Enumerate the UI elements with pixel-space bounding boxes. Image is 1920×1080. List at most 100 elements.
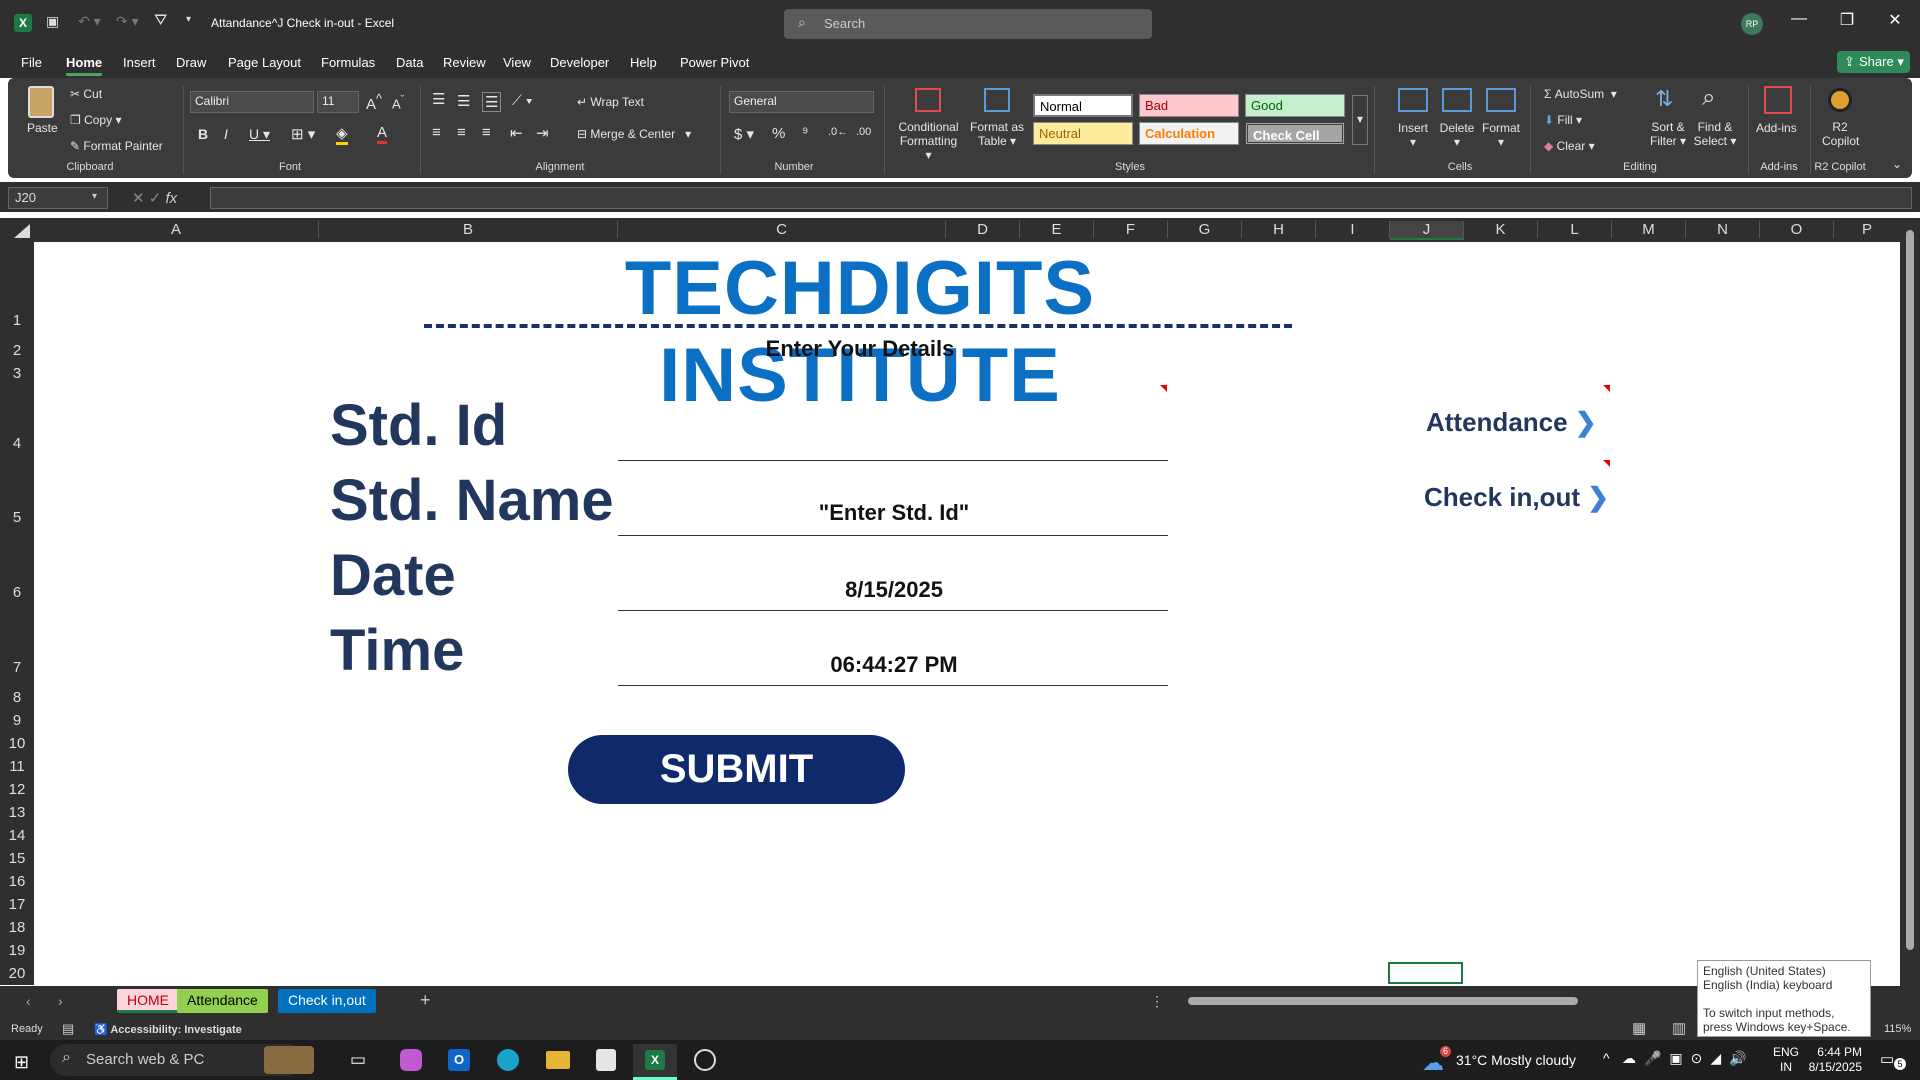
row-2[interactable]: 2: [0, 342, 34, 359]
comma-icon[interactable]: ⁹: [802, 124, 808, 141]
align-right-icon[interactable]: ≡: [482, 124, 491, 141]
menu-page-layout[interactable]: Page Layout: [228, 55, 301, 70]
copilot-app-icon[interactable]: [400, 1049, 422, 1071]
menu-view[interactable]: View: [503, 55, 531, 70]
style-calculation[interactable]: Calculation: [1139, 122, 1239, 145]
bold-icon[interactable]: B: [198, 126, 208, 142]
row-7[interactable]: 7: [0, 659, 34, 676]
insert-cells-button[interactable]: Insert ▾: [1396, 121, 1430, 149]
menu-insert[interactable]: Insert: [123, 55, 156, 70]
row-14[interactable]: 14: [0, 827, 34, 844]
vertical-scrollbar[interactable]: [1900, 218, 1920, 986]
font-color-icon[interactable]: A: [377, 124, 388, 144]
align-middle-icon[interactable]: ☰: [457, 92, 470, 110]
sheet-tab-home[interactable]: HOME: [117, 989, 179, 1013]
notification-icon[interactable]: ▭: [1880, 1050, 1894, 1068]
prev-sheet-icon[interactable]: ‹: [26, 993, 31, 1009]
column-o[interactable]: O: [1760, 221, 1834, 238]
autosave-icon[interactable]: ▣: [46, 13, 59, 30]
zoom-level[interactable]: 115%: [1884, 1023, 1911, 1035]
time-field[interactable]: 06:44:27 PM: [620, 652, 1168, 678]
page-layout-view-icon[interactable]: ▥: [1672, 1019, 1686, 1037]
avatar[interactable]: RP: [1741, 13, 1763, 35]
menu-help[interactable]: Help: [630, 55, 657, 70]
customize-qat-icon[interactable]: ▾: [186, 14, 191, 25]
column-i[interactable]: I: [1316, 221, 1390, 238]
add-ins-button[interactable]: Add-ins: [1756, 121, 1797, 135]
row-5[interactable]: 5: [0, 509, 34, 526]
add-sheet-icon[interactable]: +: [420, 990, 431, 1011]
sheet-tab-check-in-out[interactable]: Check in,out: [278, 989, 376, 1013]
next-sheet-icon[interactable]: ›: [58, 993, 63, 1009]
merge-center-button[interactable]: ⊟ Merge & Center ▾: [577, 127, 691, 141]
filter-icon[interactable]: ⛛: [154, 12, 167, 30]
obs-icon[interactable]: [694, 1049, 716, 1071]
number-format-select[interactable]: General: [729, 91, 874, 113]
font-size-select[interactable]: 11: [317, 91, 359, 113]
date-field[interactable]: 8/15/2025: [620, 577, 1168, 603]
menu-file[interactable]: File: [21, 55, 42, 70]
column-f[interactable]: F: [1094, 221, 1168, 238]
column-h[interactable]: H: [1242, 221, 1316, 238]
tray-icons[interactable]: ☁🎤▣⊙◢🔊: [1622, 1050, 1755, 1067]
menu-data[interactable]: Data: [396, 55, 423, 70]
store-icon[interactable]: [596, 1049, 616, 1071]
row-9[interactable]: 9: [0, 712, 34, 729]
sheet-tab-attendance[interactable]: Attendance: [177, 989, 268, 1013]
windows-start-icon[interactable]: ⊞: [14, 1052, 29, 1073]
conditional-formatting-button[interactable]: Conditional Formatting ▾: [896, 120, 961, 162]
share-button[interactable]: ⇪ Share ▾: [1837, 51, 1910, 73]
select-all-icon[interactable]: [14, 224, 30, 238]
more-options-icon[interactable]: ⋮: [1150, 993, 1164, 1010]
submit-button[interactable]: SUBMIT: [568, 735, 905, 804]
row-3[interactable]: 3: [0, 365, 34, 382]
attendance-link[interactable]: Attendance ❯: [1426, 407, 1597, 438]
column-a[interactable]: A: [34, 221, 319, 238]
task-view-icon[interactable]: ▭: [350, 1050, 366, 1070]
row-13[interactable]: 13: [0, 804, 34, 821]
style-check-cell[interactable]: Check Cell: [1245, 122, 1345, 145]
menu-review[interactable]: Review: [443, 55, 486, 70]
row-10[interactable]: 10: [0, 735, 34, 752]
hscroll-thumb[interactable]: [1188, 997, 1578, 1005]
column-b[interactable]: B: [319, 221, 618, 238]
orientation-icon[interactable]: ⟋ ▾: [512, 92, 533, 109]
language-indicator[interactable]: ENG IN: [1773, 1045, 1799, 1075]
row-17[interactable]: 17: [0, 896, 34, 913]
row-6[interactable]: 6: [0, 584, 34, 601]
edge-icon[interactable]: [497, 1049, 519, 1071]
column-d[interactable]: D: [946, 221, 1020, 238]
style-good[interactable]: Good: [1245, 94, 1345, 117]
comment-indicator[interactable]: [1160, 385, 1167, 392]
menu-home[interactable]: Home: [66, 55, 103, 76]
selected-cell-j20[interactable]: [1388, 962, 1463, 984]
restore-button[interactable]: ❐: [1827, 10, 1867, 30]
copy-button[interactable]: ❐ Copy ▾: [70, 113, 121, 127]
borders-icon[interactable]: ⊞ ▾: [291, 125, 315, 143]
row-19[interactable]: 19: [0, 942, 34, 959]
comment-indicator[interactable]: [1603, 460, 1610, 467]
close-button[interactable]: ✕: [1875, 10, 1915, 30]
minimize-button[interactable]: —: [1779, 10, 1819, 28]
tray-chevron-icon[interactable]: ^: [1603, 1050, 1610, 1066]
row-1[interactable]: 1: [0, 312, 34, 329]
cut-button[interactable]: ✂ Cut: [70, 87, 102, 101]
row-18[interactable]: 18: [0, 919, 34, 936]
row-4[interactable]: 4: [0, 435, 34, 452]
row-11[interactable]: 11: [0, 758, 34, 775]
fill-color-icon[interactable]: ◈: [336, 124, 348, 145]
formula-input[interactable]: [210, 187, 1912, 209]
underline-icon[interactable]: U ▾: [249, 126, 270, 143]
std-id-field[interactable]: [620, 425, 1168, 455]
decrease-font-icon[interactable]: Aˇ: [392, 94, 404, 111]
percent-icon[interactable]: %: [772, 125, 785, 142]
increase-font-icon[interactable]: A^: [366, 92, 382, 113]
style-bad[interactable]: Bad: [1139, 94, 1239, 117]
row-15[interactable]: 15: [0, 850, 34, 867]
align-bottom-icon[interactable]: ☰: [482, 92, 502, 112]
sort-filter-button[interactable]: Sort & Filter ▾: [1645, 120, 1691, 148]
column-l[interactable]: L: [1538, 221, 1612, 238]
autosum-button[interactable]: Σ AutoSum ▾: [1544, 87, 1617, 101]
std-name-field[interactable]: "Enter Std. Id": [620, 500, 1168, 526]
increase-indent-icon[interactable]: ⇥: [536, 124, 549, 142]
